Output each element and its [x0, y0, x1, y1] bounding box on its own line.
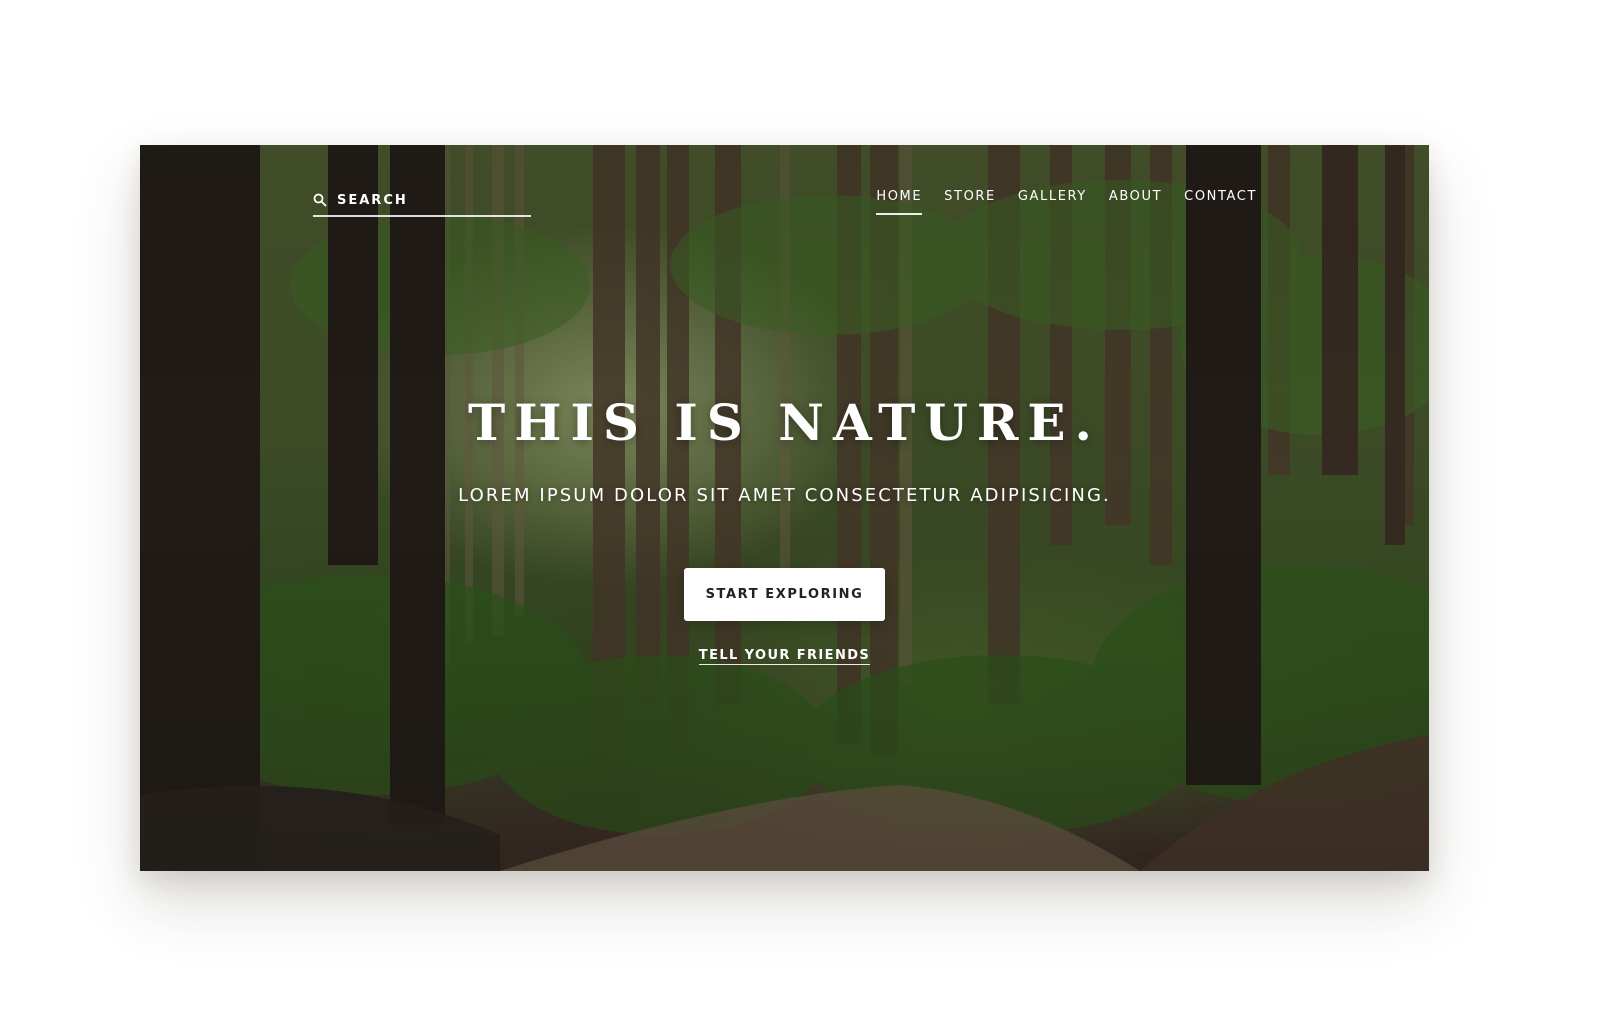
nav-item-home[interactable]: HOME: [876, 189, 923, 215]
search-input[interactable]: [337, 192, 517, 208]
search-bar[interactable]: [313, 189, 531, 217]
share-link-container: TELL YOUR FRIENDS: [140, 648, 1429, 665]
nav-item-contact[interactable]: CONTACT: [1184, 189, 1257, 215]
hero-section: HOME STORE GALLERY ABOUT CONTACT THIS IS…: [140, 145, 1429, 871]
nav-item-about[interactable]: ABOUT: [1109, 189, 1162, 215]
nav-item-gallery[interactable]: GALLERY: [1018, 189, 1087, 215]
main-nav: HOME STORE GALLERY ABOUT CONTACT: [876, 189, 1257, 215]
tell-your-friends-link[interactable]: TELL YOUR FRIENDS: [698, 648, 871, 665]
dark-overlay: [140, 145, 1429, 871]
nav-item-store[interactable]: STORE: [944, 189, 996, 215]
start-exploring-button[interactable]: START EXPLORING: [684, 568, 885, 621]
search-icon: [313, 193, 327, 207]
hero-title: THIS IS NATURE.: [468, 393, 1101, 452]
hero-subtitle: LOREM IPSUM DOLOR SIT AMET CONSECTETUR A…: [458, 485, 1111, 506]
